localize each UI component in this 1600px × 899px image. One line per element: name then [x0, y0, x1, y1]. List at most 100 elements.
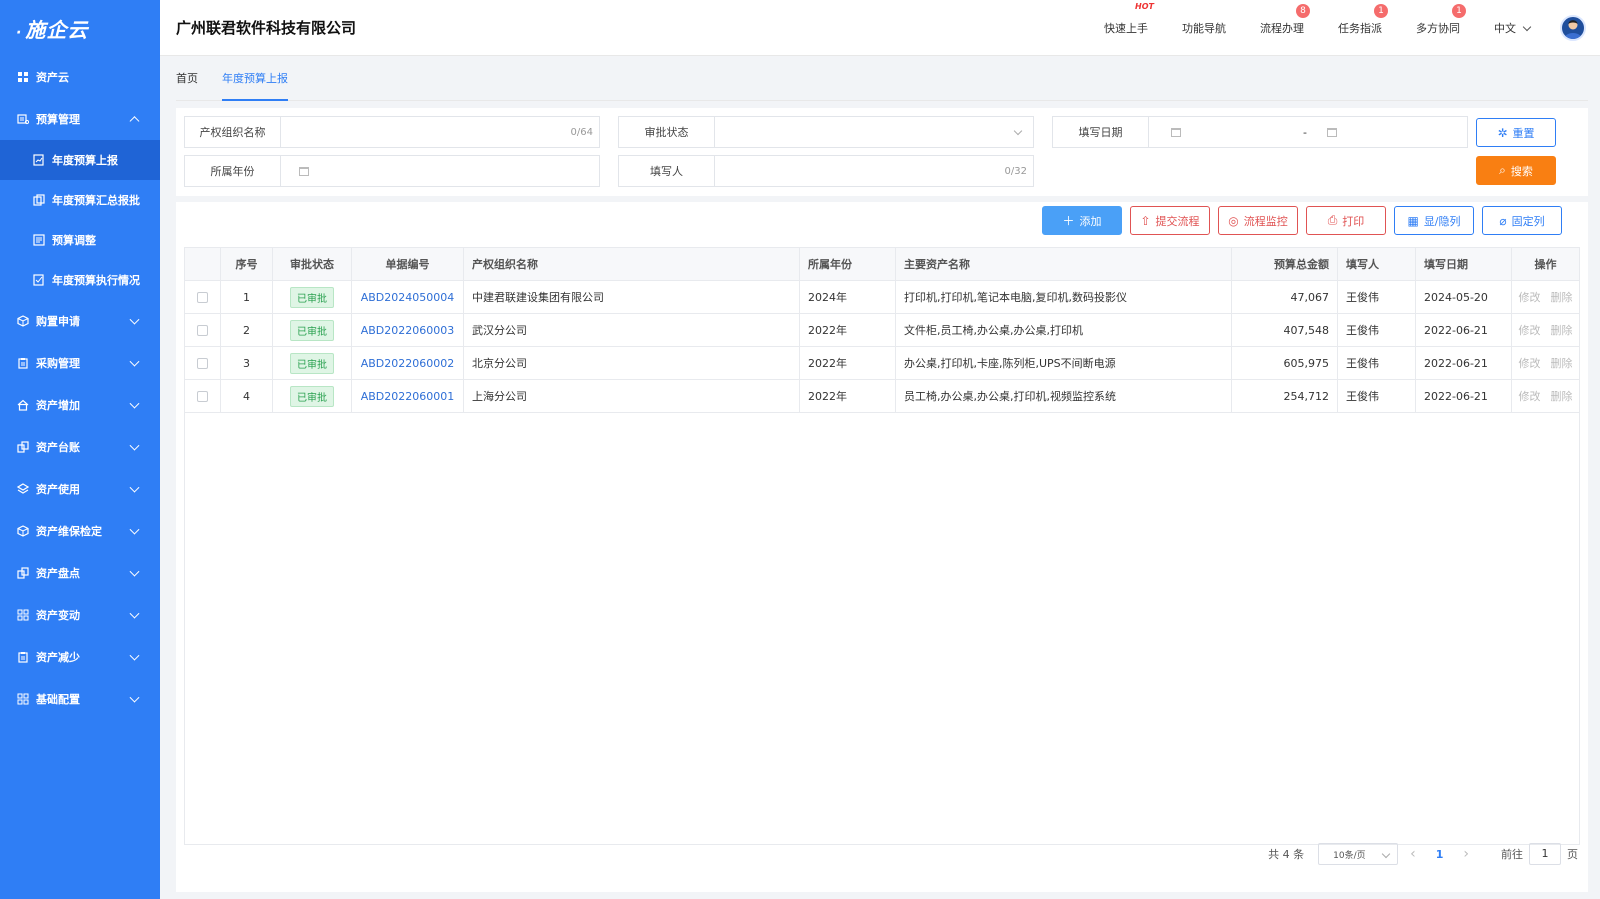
tab-annual-budget[interactable]: 年度预算上报: [222, 56, 288, 101]
document-code-link[interactable]: ABD2022060001: [361, 390, 455, 403]
apps-icon: [16, 608, 30, 622]
pagination: 共 4 条 10条/页 ‹ 1 › 前往 1 页: [1268, 842, 1578, 866]
delete-button[interactable]: 删除: [1551, 388, 1573, 404]
logo[interactable]: · 施企云: [0, 0, 160, 56]
document-code-link[interactable]: ABD2022060003: [361, 324, 455, 337]
layers-icon: [16, 482, 30, 496]
filler-label: 填写人: [619, 156, 715, 186]
cell-year: 2022年: [800, 380, 896, 412]
sidebar-item-9[interactable]: 资产变动: [0, 594, 160, 636]
tab-home[interactable]: 首页: [176, 56, 198, 101]
sidebar-item-11[interactable]: 基础配置: [0, 678, 160, 720]
document-code-link[interactable]: ABD2024050004: [361, 291, 455, 304]
page-size-select[interactable]: 10条/页: [1318, 843, 1399, 865]
date-label: 填写日期: [1053, 117, 1149, 147]
row-checkbox[interactable]: [197, 324, 208, 336]
sidebar-item-8[interactable]: 资产盘点: [0, 552, 160, 594]
row-checkbox: [185, 347, 221, 379]
chevron-down-icon: [129, 566, 140, 577]
sidebar-item-5[interactable]: 资产台账: [0, 426, 160, 468]
status-select[interactable]: [715, 117, 1033, 147]
task-assign-link[interactable]: 任务指派 1: [1338, 4, 1388, 36]
edit-button[interactable]: 修改: [1519, 355, 1541, 371]
prev-page-button[interactable]: ‹: [1410, 846, 1416, 862]
row-checkbox[interactable]: [197, 357, 208, 369]
table-row[interactable]: 1 已审批 ABD2024050004 中建君联建设集团有限公司 2024年 打印机,打印…: [185, 281, 1579, 314]
delete-button[interactable]: 删除: [1551, 322, 1573, 338]
adjust-icon: [32, 233, 46, 247]
sidebar-subitem-1-2[interactable]: 预算调整: [0, 220, 160, 260]
cell-actions: 修改 删除: [1512, 281, 1579, 313]
status-badge: 已审批: [290, 352, 334, 374]
cell-amount: 407,548: [1232, 314, 1338, 346]
sidebar-subitem-1-1[interactable]: 年度预算汇总报批: [0, 180, 160, 220]
sidebar-subitem-1-3[interactable]: 年度预算执行情况: [0, 260, 160, 300]
page-number[interactable]: 1: [1436, 848, 1444, 861]
process-badge: 8: [1296, 4, 1310, 18]
delete-button[interactable]: 删除: [1551, 289, 1573, 305]
cell-date: 2022-06-21: [1416, 314, 1512, 346]
summary-icon: [32, 193, 46, 207]
col-header-code: 单据编号: [352, 248, 464, 280]
sidebar-item-7[interactable]: 资产维保检定: [0, 510, 160, 552]
sidebar-item-1[interactable]: 预算管理: [0, 98, 160, 140]
row-checkbox[interactable]: [197, 390, 208, 402]
sidebar-item-3[interactable]: 采购管理: [0, 342, 160, 384]
edit-button[interactable]: 修改: [1519, 289, 1541, 305]
goto-input[interactable]: 1: [1529, 843, 1561, 865]
pin-columns-button[interactable]: ⌀ 固定列: [1482, 206, 1562, 235]
print-button[interactable]: ⎙ 打印: [1306, 206, 1386, 235]
row-checkbox: [185, 314, 221, 346]
process-link[interactable]: 流程办理 8: [1260, 4, 1310, 36]
language-select[interactable]: 中文: [1494, 20, 1532, 36]
sidebar-item-6[interactable]: 资产使用: [0, 468, 160, 510]
table-row[interactable]: 3 已审批 ABD2022060002 北京分公司 2022年 办公桌,打印机,卡座,陈列…: [185, 347, 1579, 380]
edit-button[interactable]: 修改: [1519, 388, 1541, 404]
document-code-link[interactable]: ABD2022060002: [361, 357, 455, 370]
col-header-amount: 预算总金额: [1232, 248, 1338, 280]
edit-button[interactable]: 修改: [1519, 322, 1541, 338]
row-checkbox[interactable]: [197, 291, 208, 303]
sidebar-item-4[interactable]: 资产增加: [0, 384, 160, 426]
quick-start-link[interactable]: 快速上手 HOT: [1104, 2, 1154, 36]
sidebar-item-label: 预算管理: [36, 113, 80, 126]
avatar[interactable]: [1560, 15, 1586, 41]
cell-filler: 王俊伟: [1338, 380, 1416, 412]
page-tabs: 首页 年度预算上报: [176, 56, 1588, 101]
status-badge: 已审批: [290, 319, 334, 341]
collaboration-link[interactable]: 多方协同 1: [1416, 4, 1466, 36]
calendar-icon: [1171, 127, 1181, 137]
top-header: 广州联君软件科技有限公司 快速上手 HOT 功能导航 流程办理 8 任务指派 1…: [160, 0, 1600, 56]
process-monitor-button[interactable]: ◎ 流程监控: [1218, 206, 1298, 235]
org-name-input[interactable]: 0/64: [281, 117, 599, 147]
sidebar-item-0[interactable]: 资产云: [0, 56, 160, 98]
sidebar-item-label: 资产使用: [36, 483, 80, 496]
col-header-status: 审批状态: [273, 248, 352, 280]
cell-code: ABD2022060002: [352, 347, 464, 379]
table-row[interactable]: 2 已审批 ABD2022060003 武汉分公司 2022年 文件柜,员工椅,办公桌,办…: [185, 314, 1579, 347]
feature-nav-link[interactable]: 功能导航: [1182, 20, 1226, 36]
budget-table: 序号 审批状态 单据编号 产权组织名称 所属年份 主要资产名称 预算总金额 填写…: [184, 247, 1580, 845]
sidebar-item-label: 资产台账: [36, 441, 80, 454]
next-page-button[interactable]: ›: [1463, 846, 1469, 862]
date-range-input[interactable]: -: [1149, 117, 1467, 147]
table-row[interactable]: 4 已审批 ABD2022060001 上海分公司 2022年 员工椅,办公桌,办公桌,打…: [185, 380, 1579, 413]
col-header-date: 填写日期: [1416, 248, 1512, 280]
sidebar-item-10[interactable]: 资产减少: [0, 636, 160, 678]
filler-input[interactable]: 0/32: [715, 156, 1033, 186]
cell-actions: 修改 删除: [1512, 380, 1579, 412]
reset-button[interactable]: ✲ 重置: [1476, 118, 1556, 147]
sidebar-item-2[interactable]: 购置申请: [0, 300, 160, 342]
sidebar-item-label: 采购管理: [36, 357, 80, 370]
toggle-columns-button[interactable]: ▦ 显/隐列: [1394, 206, 1474, 235]
search-button[interactable]: ⌕ 搜索: [1476, 156, 1556, 185]
filler-count: 0/32: [1004, 165, 1027, 177]
grid-icon: ▦: [1407, 213, 1419, 228]
col-header-org: 产权组织名称: [464, 248, 800, 280]
sidebar-subitem-1-0[interactable]: 年度预算上报: [0, 140, 160, 180]
submit-process-button[interactable]: ⇧ 提交流程: [1130, 206, 1210, 235]
delete-button[interactable]: 删除: [1551, 355, 1573, 371]
year-input[interactable]: [281, 156, 599, 186]
add-button[interactable]: ＋添加: [1042, 206, 1122, 235]
chevron-down-icon: [129, 440, 140, 451]
